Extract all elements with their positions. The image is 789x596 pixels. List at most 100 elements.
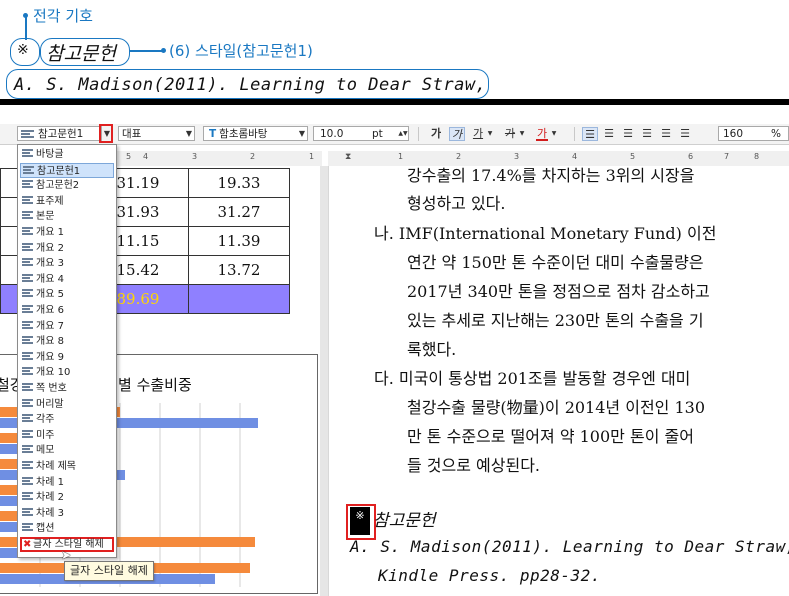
paragraph-style-icon — [22, 305, 33, 314]
reference-heading: 참고문헌 — [373, 511, 436, 531]
underline-dropdown-arrow-icon[interactable]: ▼ — [485, 126, 495, 141]
paragraph-style-icon — [22, 180, 33, 190]
left-ruler: 5 4 3 2 1 — [117, 151, 322, 167]
style-list-item[interactable]: 차례 1 — [20, 475, 114, 490]
style-list-item[interactable]: 참고문헌1 — [20, 162, 114, 178]
style-list-item[interactable]: 개요 3 — [20, 256, 114, 271]
body-line: 록했다. — [407, 340, 457, 359]
style-list-item[interactable]: 각주 — [20, 412, 114, 427]
ruler-number: 6 — [688, 152, 694, 161]
paragraph-style-icon — [22, 429, 33, 439]
left-align-icon[interactable]: ☰ — [601, 127, 617, 141]
paragraph-style-icon — [22, 476, 33, 486]
distribute-align-icon[interactable]: ☰ — [658, 127, 674, 141]
strikethrough-button[interactable]: 가 — [504, 127, 516, 141]
paragraph-style-icon — [22, 351, 33, 361]
style-list-item[interactable]: 캡션 — [20, 521, 114, 536]
zoom-input[interactable]: 160 % — [718, 126, 789, 141]
style-list-item[interactable]: 개요 1 — [20, 225, 114, 240]
body-line: 연간 약 150만 톤 수준이던 대미 수출물량은 — [407, 253, 704, 272]
style-list-item-label: 차례 2 — [36, 492, 64, 504]
style-list-item-label: 개요 6 — [36, 305, 64, 316]
paragraph-style-icon — [22, 492, 33, 502]
style-list-item[interactable]: 메모 — [20, 443, 114, 458]
style-list-item-label: 미주 — [36, 429, 55, 441]
symbol-highlight — [346, 504, 376, 540]
right-align-icon[interactable]: ☰ — [639, 127, 655, 141]
style-callout-label: (6) 스타일(참고문헌1) — [169, 42, 313, 60]
font-size-input[interactable]: 10.0 pt — [313, 126, 409, 141]
font-select-value: 함초롬바탕 — [219, 128, 268, 140]
callout-dot — [161, 48, 166, 53]
paragraph-style-icon — [22, 367, 33, 377]
style-list-item[interactable]: 개요 7 — [20, 319, 114, 334]
style-list-item[interactable]: 차례 3 — [20, 506, 114, 521]
font-size-value: 10.0 — [320, 128, 344, 140]
style-list-item[interactable]: 바탕글 — [20, 147, 114, 162]
clear-style-icon: ✖ — [23, 539, 32, 550]
annotation-area: 전각 기호 ※ 참고문헌 (6) 스타일(참고문헌1) A. S. Madiso… — [0, 0, 789, 104]
style-list-item[interactable]: 미주 — [20, 428, 114, 443]
justify-align-icon[interactable]: ☰ — [582, 127, 598, 141]
center-align-icon[interactable]: ☰ — [620, 127, 636, 141]
style-list-item[interactable]: 참고문헌2 — [20, 178, 114, 193]
ruler-number: 2 — [250, 152, 256, 161]
style-list-item-label: 쪽 번호 — [36, 383, 67, 394]
font-dropdown-arrow-icon[interactable]: ▼ — [297, 126, 307, 141]
style-icon — [21, 130, 34, 139]
paragraph-style-icon — [22, 523, 33, 533]
style-list-item[interactable]: 개요 6 — [20, 303, 114, 318]
style-list-item[interactable]: 차례 2 — [20, 490, 114, 505]
divide-align-icon[interactable]: ☰ — [677, 127, 693, 141]
style-list-item-label: 개요 3 — [36, 258, 64, 270]
style-list-item-label: 표주제 — [36, 195, 64, 207]
style-list-item[interactable]: 표주제 — [20, 194, 114, 209]
bold-button[interactable]: 가 — [430, 127, 442, 141]
table-cell: 13.72 — [188, 255, 290, 285]
style-list-item-label: 캡션 — [36, 523, 55, 535]
style-list-item-label: 개요 10 — [36, 367, 71, 379]
paragraph-style-icon — [22, 398, 33, 408]
paragraph-style-icon — [22, 461, 33, 470]
table-cell — [188, 284, 290, 314]
mouse-cursor-icon: ➤ — [61, 548, 72, 562]
style-list-item[interactable]: 머리말 — [20, 397, 114, 412]
style-list-item[interactable]: 개요 2 — [20, 241, 114, 256]
italic-button[interactable]: 가 — [449, 127, 465, 141]
style-list-item-label: 메모 — [36, 445, 55, 457]
ruler-number: 4 — [143, 152, 149, 161]
style-list-item[interactable]: 차례 제목 — [20, 459, 114, 474]
style-list-item[interactable]: 개요 10 — [20, 365, 114, 380]
indent-marker-icon[interactable]: ⧗ — [345, 152, 351, 162]
ruler-number: 8 — [754, 152, 760, 161]
truetype-icon: T — [209, 128, 217, 140]
paragraph-style-icon — [22, 195, 33, 205]
style-list-item[interactable]: 개요 4 — [20, 272, 114, 287]
style-list-item-label: 개요 2 — [36, 242, 64, 254]
body-line: 다. 미국이 통상법 201조를 발동할 경우엔 대미 — [374, 369, 691, 388]
style-list-item[interactable]: 개요 9 — [20, 350, 114, 365]
table-cell: 11.39 — [188, 226, 290, 256]
language-dropdown-arrow-icon[interactable]: ▼ — [184, 126, 194, 141]
style-list-item[interactable]: 개요 8 — [20, 334, 114, 349]
underline-button[interactable]: 가 — [472, 127, 484, 141]
strikethrough-dropdown-arrow-icon[interactable]: ▼ — [517, 126, 527, 141]
page-gap — [320, 166, 328, 596]
font-color-button[interactable]: 가 — [536, 127, 548, 141]
ruler-number: 5 — [630, 152, 636, 161]
style-list-item-label: 차례 1 — [36, 476, 64, 488]
style-list-item-label: 차례 3 — [36, 507, 64, 519]
style-list-item[interactable]: 개요 5 — [20, 287, 114, 302]
bullet-symbol-sample: ※ — [17, 42, 29, 58]
style-dropdown-list: 바탕글 참고문헌1 참고문헌2 표주제본문 개요 1 개요 2 개요 3 개요 4 개요 5 개요… — [17, 144, 117, 558]
style-list-item-label: 개요 9 — [36, 351, 64, 363]
style-select-value: 참고문헌1 — [38, 128, 84, 140]
font-size-stepper-icon[interactable]: ▲▼ — [398, 126, 408, 141]
zoom-value: 160 — [723, 128, 744, 140]
font-color-dropdown-arrow-icon[interactable]: ▼ — [549, 126, 559, 141]
style-list-item[interactable]: 본문 — [20, 209, 114, 224]
style-list-item[interactable]: 쪽 번호 — [20, 381, 114, 396]
font-select[interactable]: T 함초롬바탕 — [203, 126, 308, 141]
paragraph-style-icon — [22, 273, 33, 283]
toolbar-separator — [574, 127, 575, 141]
